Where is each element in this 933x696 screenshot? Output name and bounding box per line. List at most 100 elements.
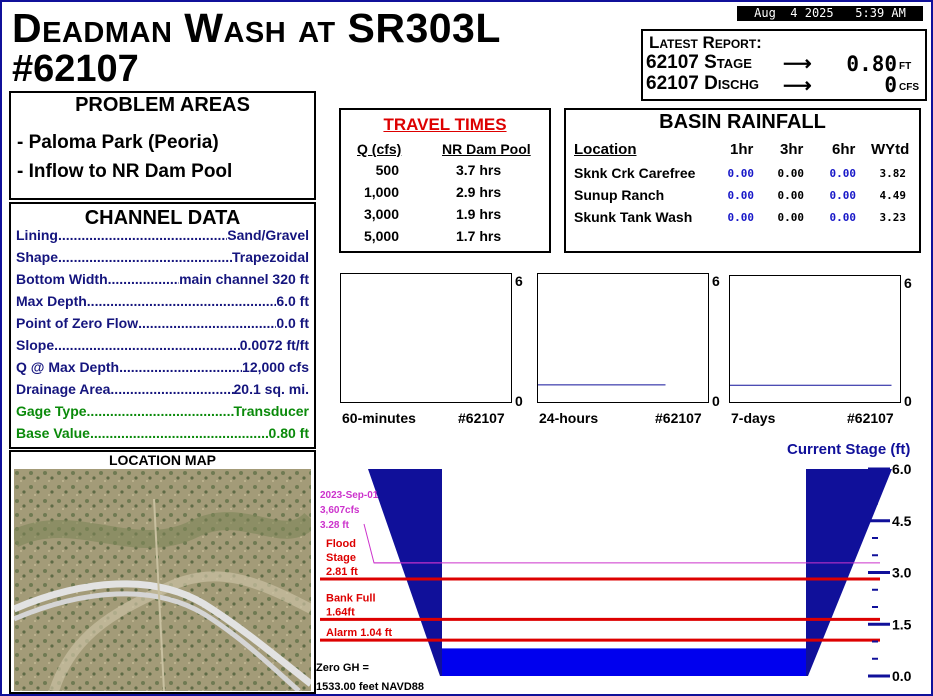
leader-dots: ........................................… <box>86 403 234 419</box>
channel-data-row: Point of Zero Flow......................… <box>16 315 309 331</box>
channel-data-key: Base Value <box>16 425 90 441</box>
rain-value-h6: 0.00 <box>829 211 857 224</box>
rain-value-wytd: 3.23 <box>879 211 907 224</box>
travel-time-cell: 1.7 hrs <box>456 228 502 244</box>
basin-rainfall-heading: BASIN RAINFALL <box>659 111 826 133</box>
channel-data-value: 0.0 ft <box>276 315 309 331</box>
discharge-label: 62107 Dischg <box>646 73 760 94</box>
flood-level-label: Stage <box>326 552 356 564</box>
channel-data-key: Shape <box>16 249 59 265</box>
leader-dots: ........................................… <box>138 315 276 331</box>
latest-report-heading: Latest Report: <box>649 33 762 52</box>
rain-col-1hr: 1hr <box>730 141 754 158</box>
problem-areas-heading: PROBLEM AREAS <box>75 94 250 116</box>
leader-dots: ........................................… <box>58 249 232 265</box>
leader-dots: ........................................… <box>58 227 227 243</box>
channel-data-key: Bottom Width <box>16 271 108 287</box>
channel-data-value: 20.1 sq. mi. <box>233 381 309 397</box>
channel-data-value: main channel 320 ft <box>179 271 309 287</box>
channel-data-row: Slope...................................… <box>16 337 309 353</box>
channel-data-key: Max Depth <box>16 293 87 309</box>
channel-data-key: Gage Type <box>16 403 87 419</box>
travel-col-dest: NR Dam Pool <box>442 141 531 157</box>
plot-ymax-label: 6 <box>515 273 523 289</box>
leader-dots: ........................................… <box>110 381 234 397</box>
plot-ymin-label: 0 <box>515 393 523 409</box>
discharge-value: 0 <box>884 73 897 97</box>
channel-data-panel: CHANNEL DATA Lining.....................… <box>9 202 316 449</box>
channel-data-key: Slope <box>16 337 55 353</box>
rain-value-h3: 0.00 <box>777 211 805 224</box>
travel-q-cell: 5,000 <box>363 228 399 244</box>
channel-data-value: Transducer <box>233 403 309 419</box>
current-stage-title: Current Stage (ft) <box>787 441 911 458</box>
stage-label: 62107 Stage <box>646 52 752 73</box>
location-map-heading: LOCATION MAP <box>108 452 217 468</box>
channel-data-value: 6.0 ft <box>276 293 309 309</box>
rain-location-name: Sknk Crk Carefree <box>574 165 696 181</box>
station-title: Deadman Wash at SR303L <box>12 5 501 51</box>
stage-axis-label: 0.0 <box>892 668 912 684</box>
rain-value-h1: 0.00 <box>727 189 755 202</box>
record-level-label: 3,607cfs <box>320 505 360 516</box>
rain-col-location: Location <box>574 141 637 158</box>
travel-time-cell: 3.7 hrs <box>456 162 502 178</box>
channel-data-row: Shape...................................… <box>16 249 309 265</box>
leader-dots: ........................................… <box>86 293 277 309</box>
rain-value-h6: 0.00 <box>829 189 857 202</box>
alarm-level-label: Alarm 1.04 ft <box>326 627 392 639</box>
stage-axis-label: 1.5 <box>892 616 912 632</box>
water-level-bar <box>442 648 806 676</box>
basin-rainfall-panel: BASIN RAINFALL Location 1hr 3hr 6hr WYtd… <box>564 108 921 253</box>
record-level-label: 2023-Sep-01 <box>320 490 379 501</box>
stage-axis-label: 3.0 <box>892 565 912 581</box>
hydrograph-plot <box>729 275 901 403</box>
zero-gage-height-label: Zero GH = <box>316 662 369 674</box>
leader-dots: ........................................… <box>54 337 240 353</box>
channel-data-key: Q @ Max Depth <box>16 359 120 375</box>
plot-station-id: #62107 <box>847 410 894 426</box>
location-map-panel: LOCATION MAP <box>9 450 316 694</box>
rain-value-h1: 0.00 <box>727 211 755 224</box>
rain-col-wytd: WYtd <box>871 141 910 158</box>
leader-dots: ........................................… <box>89 425 269 441</box>
rain-value-h3: 0.00 <box>777 167 805 180</box>
plot-caption: 24-hours <box>539 410 599 426</box>
rain-location-name: Skunk Tank Wash <box>574 209 693 225</box>
plot-caption: 60-minutes <box>342 410 416 426</box>
stage-axis-label: 6.0 <box>892 464 912 477</box>
zero-gage-height-label: 1533.00 feet NAVD88 <box>316 681 424 693</box>
channel-data-row: Base Value..............................… <box>16 425 309 441</box>
channel-data-value: 12,000 cfs <box>242 359 309 375</box>
channel-data-row: Gage Type...............................… <box>16 403 309 419</box>
travel-q-cell: 500 <box>375 162 399 178</box>
channel-data-key: Point of Zero Flow <box>16 315 139 331</box>
travel-time-cell: 1.9 hrs <box>456 206 502 222</box>
travel-times-heading: TRAVEL TIMES <box>383 115 507 134</box>
channel-data-value: Trapezoidal <box>231 249 309 265</box>
bankfull-level-label: 1.64ft <box>326 606 355 618</box>
channel-data-value: 0.0072 ft/ft <box>239 337 309 353</box>
channel-interior <box>442 469 806 676</box>
problem-area-item: - Inflow to NR Dam Pool <box>17 161 233 182</box>
station-panel: Deadman Wash at SR303L #62107 Aug 4 2025… <box>0 0 933 696</box>
leader-dots: ........................................… <box>119 359 243 375</box>
travel-time-cell: 2.9 hrs <box>456 184 502 200</box>
travel-col-q: Q (cfs) <box>357 141 402 157</box>
channel-data-row: Bottom Width............................… <box>16 271 309 287</box>
plot-station-id: #62107 <box>655 410 702 426</box>
stage-gauge-chart: 2023-Sep-01 3,607cfs 3.28 ft Flood Stage 2.81… <box>316 464 912 693</box>
hydrograph-plot <box>537 273 709 403</box>
flood-level-label: 2.81 ft <box>326 566 358 578</box>
stage-unit: FT <box>899 61 912 72</box>
aerial-map-image <box>14 469 311 691</box>
rain-value-wytd: 4.49 <box>879 189 907 202</box>
stage-axis-label: 4.5 <box>892 513 912 529</box>
rain-value-h6: 0.00 <box>829 167 857 180</box>
rain-value-h1: 0.00 <box>727 167 755 180</box>
flood-level-label: Flood <box>326 538 356 550</box>
travel-q-cell: 3,000 <box>363 206 399 222</box>
bankfull-level-label: Bank Full <box>326 592 376 604</box>
rain-col-6hr: 6hr <box>832 141 856 158</box>
rain-location-name: Sunup Ranch <box>574 187 665 203</box>
